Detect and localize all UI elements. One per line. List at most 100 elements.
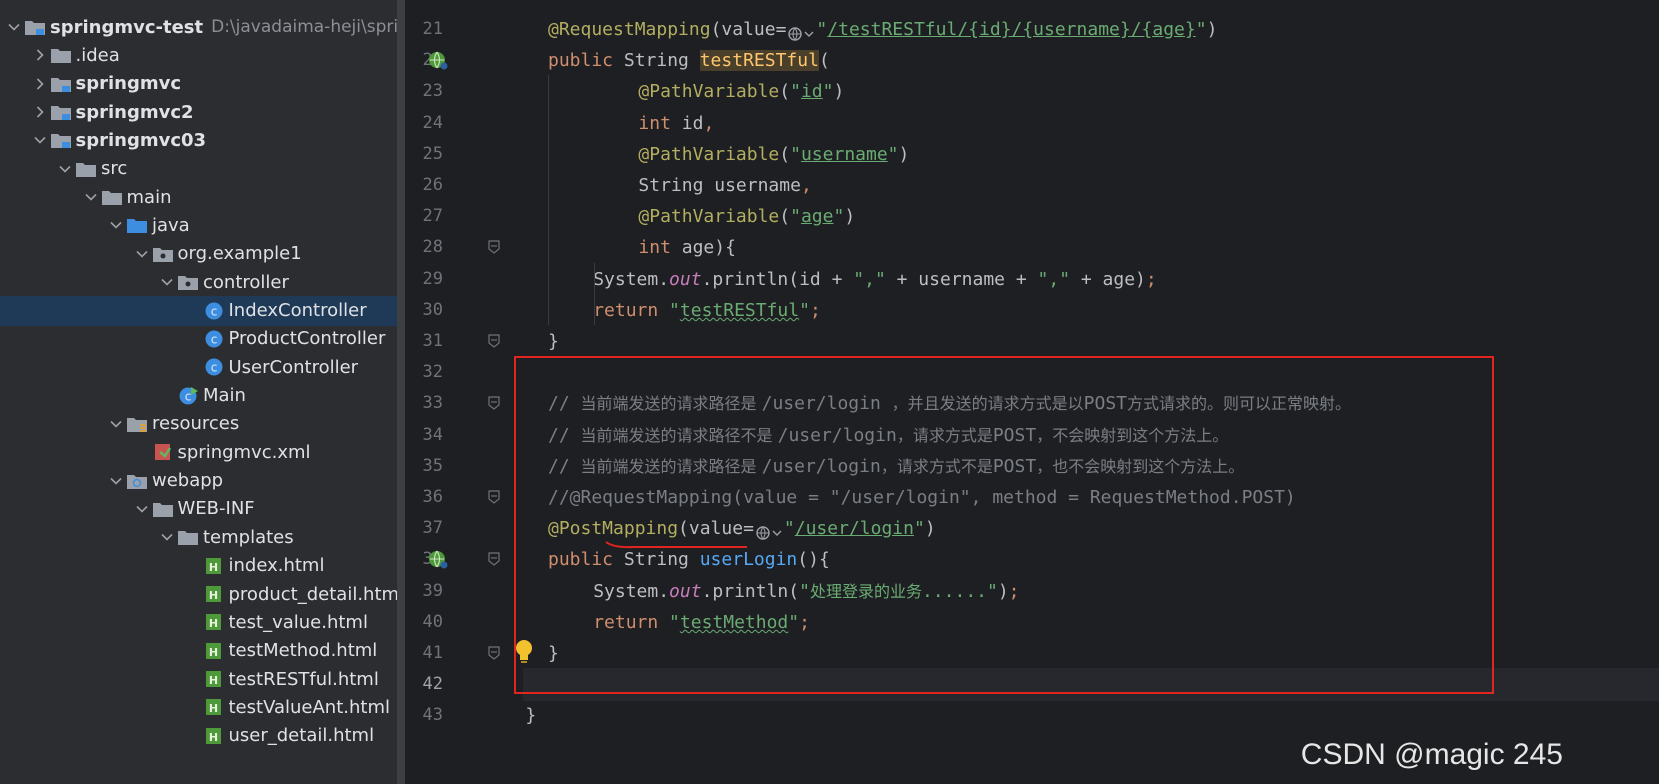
tree-item-product-detail-html[interactable]: Hproduct_detail.html (0, 579, 405, 609)
line-number[interactable]: 40 (405, 606, 443, 639)
line-number[interactable]: 26 (405, 169, 443, 202)
code-token: //@RequestMapping(value = "/user/login",… (548, 487, 1296, 508)
tree-item-testmethod-html[interactable]: HtestMethod.html (0, 636, 405, 666)
code-line-31[interactable]: } (405, 325, 1659, 358)
line-number[interactable]: 23 (405, 75, 443, 108)
chevron-down-icon[interactable] (106, 215, 126, 235)
tree-item-templates[interactable]: templates (0, 522, 405, 552)
line-number[interactable]: 31 (405, 325, 443, 358)
chevron-down-icon[interactable] (106, 414, 126, 434)
line-number[interactable]: 37 (405, 512, 443, 545)
web-endpoint-icon[interactable] (428, 549, 448, 569)
fold-marker-icon[interactable] (488, 490, 500, 504)
code-line-22[interactable]: public String testRESTful( (405, 44, 1659, 77)
project-tree-scrollbar[interactable] (397, 0, 405, 784)
tree-item-testvalueant-html[interactable]: HtestValueAnt.html (0, 692, 405, 722)
code-line-32[interactable] (405, 356, 1659, 389)
chevron-down-icon[interactable] (132, 499, 152, 519)
code-line-26[interactable]: String username, (405, 169, 1659, 202)
editor-gutter[interactable]: 2122232425262728293031323334353637383940… (405, 0, 523, 784)
code-line-41[interactable]: } (405, 637, 1659, 670)
code-line-27[interactable]: @PathVariable("age") (405, 200, 1659, 233)
chevron-right-icon[interactable] (30, 45, 50, 65)
tree-item-index-html[interactable]: Hindex.html (0, 551, 405, 581)
tree-item-springmvc-xml[interactable]: springmvc.xml (0, 437, 405, 467)
line-number[interactable]: 29 (405, 263, 443, 296)
code-line-34[interactable]: // 当前端发送的请求路径不是 /user/login，请求方式是POST，不会… (405, 419, 1659, 452)
tree-item-indexcontroller[interactable]: c IndexController (0, 295, 405, 326)
code-line-37[interactable]: @PostMapping(value= "/user/login") (405, 512, 1659, 545)
code-line-43[interactable]: } (405, 699, 1659, 732)
fold-marker-icon[interactable] (488, 646, 500, 660)
tree-item-org-example1[interactable]: org.example1 (0, 239, 405, 269)
tree-item--idea[interactable]: .idea (0, 40, 405, 70)
fold-marker-icon[interactable] (488, 240, 500, 255)
tree-item-main[interactable]: main (0, 182, 405, 212)
web-endpoint-icon[interactable] (428, 50, 448, 70)
tree-item-productcontroller[interactable]: c ProductController (0, 324, 405, 354)
line-number[interactable]: 30 (405, 294, 443, 327)
line-number[interactable]: 36 (405, 481, 443, 514)
svg-text:c: c (210, 304, 217, 318)
chevron-down-icon[interactable] (106, 471, 126, 491)
lightbulb-icon[interactable] (513, 638, 535, 664)
url-hint-icon[interactable] (786, 21, 816, 41)
tree-item-java[interactable]: java (0, 210, 405, 240)
code-line-40[interactable]: return "testMethod"; (405, 606, 1659, 639)
code-line-23[interactable]: @PathVariable("id") (405, 75, 1659, 108)
code-line-36[interactable]: //@RequestMapping(value = "/user/login",… (405, 481, 1659, 514)
line-number[interactable]: 35 (405, 450, 443, 483)
line-number[interactable]: 27 (405, 200, 443, 233)
chevron-down-icon[interactable] (157, 272, 177, 292)
line-number[interactable]: 25 (405, 138, 443, 171)
tree-item-main[interactable]: c Main (0, 381, 405, 411)
fold-marker-icon[interactable] (488, 552, 500, 567)
tree-item-controller[interactable]: controller (0, 267, 405, 297)
line-number[interactable]: 24 (405, 107, 443, 140)
tree-item-springmvc-test[interactable]: springmvc-test D:\javadaima-heji\spring (0, 12, 405, 42)
chevron-down-icon[interactable] (81, 187, 101, 207)
chevron-right-icon[interactable] (30, 102, 50, 122)
chevron-right-icon[interactable] (30, 74, 50, 94)
tree-item-testrestful-html[interactable]: HtestRESTful.html (0, 664, 405, 694)
line-number[interactable]: 34 (405, 419, 443, 452)
line-number[interactable]: 41 (405, 637, 443, 670)
chevron-down-icon[interactable] (30, 130, 50, 150)
fold-marker-icon[interactable] (488, 334, 500, 348)
code-token: ; (1008, 580, 1020, 602)
tree-item-springmvc03[interactable]: springmvc03 (0, 125, 405, 155)
line-number[interactable]: 28 (405, 231, 443, 264)
code-editor[interactable]: @RequestMapping(value= "/testRESTful/{id}… (405, 0, 1659, 784)
code-token: " (669, 299, 680, 321)
chevron-down-icon[interactable] (132, 244, 152, 264)
code-line-28[interactable]: int age){ (405, 231, 1659, 264)
chevron-down-icon[interactable] (4, 17, 24, 37)
code-line-25[interactable]: @PathVariable("username") (405, 138, 1659, 171)
tree-item-test-value-html[interactable]: Htest_value.html (0, 607, 405, 637)
line-number[interactable]: 43 (405, 699, 443, 732)
tree-item-resources[interactable]: resources (0, 409, 405, 439)
tree-item-webapp[interactable]: webapp (0, 466, 405, 496)
line-number[interactable]: 21 (405, 13, 443, 46)
tree-item-springmvc2[interactable]: springmvc2 (0, 97, 405, 127)
code-line-42[interactable] (405, 668, 1659, 702)
tree-item-springmvc[interactable]: springmvc (0, 69, 405, 99)
line-number[interactable]: 32 (405, 356, 443, 389)
tree-item-src[interactable]: src (0, 154, 405, 184)
fold-marker-icon[interactable] (488, 396, 500, 411)
code-line-35[interactable]: // 当前端发送的请求路径是 /user/login，请求方式不是POST，也不… (405, 450, 1659, 483)
url-hint-icon[interactable] (754, 520, 784, 540)
tree-item-web-inf[interactable]: WEB-INF (0, 494, 405, 524)
tree-item-user-detail-html[interactable]: Huser_detail.html (0, 721, 405, 751)
code-line-21[interactable]: @RequestMapping(value= "/testRESTful/{id}… (405, 13, 1659, 46)
line-number[interactable]: 42 (405, 668, 443, 701)
code-line-24[interactable]: int id, (405, 107, 1659, 140)
chevron-down-icon[interactable] (55, 159, 75, 179)
code-line-38[interactable]: public String userLogin(){ (405, 543, 1659, 576)
chevron-down-icon[interactable] (157, 527, 177, 547)
code-line-39[interactable]: System.out.println("处理登录的业务......"); (405, 575, 1659, 608)
line-number[interactable]: 33 (405, 387, 443, 420)
code-line-33[interactable]: // 当前端发送的请求路径是 /user/login ，并且发送的请求方式是以P… (405, 387, 1659, 420)
line-number[interactable]: 39 (405, 575, 443, 608)
tree-item-usercontroller[interactable]: c UserController (0, 352, 405, 382)
